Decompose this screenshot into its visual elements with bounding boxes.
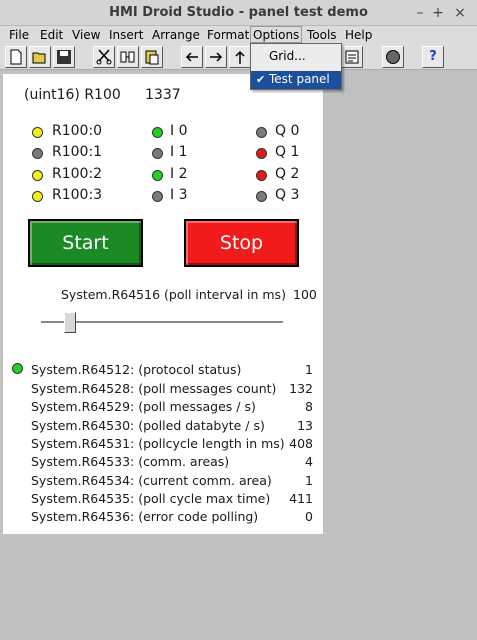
stat-label: System.R64534: (current comm. area) xyxy=(31,473,272,488)
toolbar: ? xyxy=(0,44,477,70)
arrow-left-icon xyxy=(185,52,198,62)
test-panel-label: Test panel xyxy=(269,72,330,86)
new-button[interactable] xyxy=(5,46,27,68)
shape-button[interactable] xyxy=(382,46,404,68)
label-q0: Q 0 xyxy=(275,123,300,139)
led-r100-2 xyxy=(32,170,43,181)
poll-interval-slider-track[interactable] xyxy=(41,321,283,324)
stat-label: System.R64529: (poll messages / s) xyxy=(31,399,256,414)
options-dropdown: Grid... ✔ Test panel xyxy=(250,43,342,90)
copy-button[interactable] xyxy=(117,46,139,68)
align-left-button[interactable] xyxy=(181,46,203,68)
window-title: HMI Droid Studio - panel test demo xyxy=(109,5,368,20)
menu-help[interactable]: Help xyxy=(343,27,374,44)
circle-icon xyxy=(386,50,400,64)
poll-interval-slider-thumb[interactable] xyxy=(64,312,76,333)
poll-interval-value: 100 xyxy=(293,287,317,302)
stat-label: System.R64533: (comm. areas) xyxy=(31,454,230,469)
stat-label: System.R64535: (poll cycle max time) xyxy=(31,491,271,506)
stat-label: System.R64531: (pollcycle length in ms) xyxy=(31,436,285,451)
align-right-button[interactable] xyxy=(205,46,227,68)
led-r100-3 xyxy=(32,191,43,202)
stop-button[interactable]: Stop xyxy=(184,219,299,267)
led-i3 xyxy=(152,191,163,202)
label-q3: Q 3 xyxy=(275,187,300,203)
menu-insert[interactable]: Insert xyxy=(107,27,145,44)
align-up-button[interactable] xyxy=(229,46,251,68)
led-r100-0 xyxy=(32,127,43,138)
menu-arrange[interactable]: Arrange xyxy=(150,27,202,44)
menu-item-test-panel[interactable]: ✔ Test panel xyxy=(251,71,341,89)
menu-options[interactable]: Options xyxy=(250,26,303,43)
save-button[interactable] xyxy=(53,46,75,68)
protocol-status-led xyxy=(12,363,23,374)
stat-value: 8 xyxy=(305,399,313,414)
paste-icon xyxy=(145,50,159,65)
led-q2 xyxy=(256,170,267,181)
led-q3 xyxy=(256,191,267,202)
menu-bar: File Edit View Insert Arrange Format Opt… xyxy=(0,26,477,44)
save-icon xyxy=(57,50,71,64)
cut-icon xyxy=(96,49,112,65)
close-button[interactable]: × xyxy=(450,3,470,23)
stat-value: 411 xyxy=(289,491,313,506)
stat-label: System.R64536: (error code polling) xyxy=(31,509,259,524)
cut-button[interactable] xyxy=(93,46,115,68)
stat-label: System.R64512: (protocol status) xyxy=(31,362,242,377)
label-r100-0: R100:0 xyxy=(52,123,103,139)
stat-value: 13 xyxy=(297,418,313,433)
copy-icon xyxy=(120,51,135,63)
stat-value: 0 xyxy=(305,509,313,524)
stat-value: 1 xyxy=(305,362,313,377)
open-icon xyxy=(32,52,46,64)
menu-file[interactable]: File xyxy=(7,27,31,44)
label-r100-3: R100:3 xyxy=(52,187,103,203)
menu-format[interactable]: Format xyxy=(205,27,251,44)
stat-value: 1 xyxy=(305,473,313,488)
stat-label: System.R64530: (polled databyte / s) xyxy=(31,418,265,433)
arrow-up-icon xyxy=(235,50,245,64)
title-bar: HMI Droid Studio - panel test demo – + × xyxy=(0,0,477,26)
poll-interval-label: System.R64516 (poll interval in ms) xyxy=(61,287,286,302)
check-icon: ✔ xyxy=(256,73,266,86)
start-button[interactable]: Start xyxy=(28,219,143,267)
grid-label: Grid... xyxy=(269,49,306,63)
open-button[interactable] xyxy=(29,46,51,68)
led-q1 xyxy=(256,148,267,159)
menu-tools[interactable]: Tools xyxy=(305,27,339,44)
help-icon: ? xyxy=(429,49,437,64)
label-r100-2: R100:2 xyxy=(52,166,103,182)
label-i0: I 0 xyxy=(170,123,188,139)
new-icon xyxy=(10,49,22,65)
paste-button[interactable] xyxy=(141,46,163,68)
label-q1: Q 1 xyxy=(275,144,300,160)
led-q0 xyxy=(256,127,267,138)
menu-edit[interactable]: Edit xyxy=(38,27,65,44)
properties-button[interactable] xyxy=(341,46,363,68)
label-r100-1: R100:1 xyxy=(52,144,103,160)
label-i2: I 2 xyxy=(170,166,188,182)
stat-label: System.R64528: (poll messages count) xyxy=(31,381,277,396)
stat-value: 4 xyxy=(305,454,313,469)
register-value: 1337 xyxy=(145,87,181,103)
stat-value: 408 xyxy=(289,436,313,451)
help-button[interactable]: ? xyxy=(422,46,444,68)
led-i2 xyxy=(152,170,163,181)
led-i0 xyxy=(152,127,163,138)
arrow-right-icon xyxy=(210,52,223,62)
led-r100-1 xyxy=(32,148,43,159)
minimize-button[interactable]: – xyxy=(410,3,430,23)
menu-view[interactable]: View xyxy=(70,27,102,44)
label-q2: Q 2 xyxy=(275,166,300,182)
test-panel: (uint16) R100 1337 R100:0 R100:1 R100:2 … xyxy=(3,74,323,534)
menu-item-grid[interactable]: Grid... xyxy=(251,48,341,66)
maximize-button[interactable]: + xyxy=(428,3,448,23)
register-label: (uint16) R100 xyxy=(24,87,121,103)
label-i1: I 1 xyxy=(170,144,188,160)
label-i3: I 3 xyxy=(170,187,188,203)
stat-value: 132 xyxy=(289,381,313,396)
properties-icon xyxy=(345,50,359,64)
led-i1 xyxy=(152,148,163,159)
